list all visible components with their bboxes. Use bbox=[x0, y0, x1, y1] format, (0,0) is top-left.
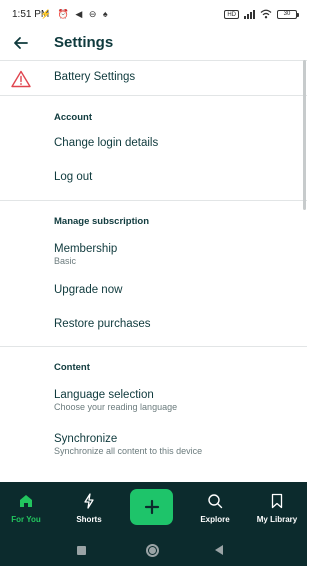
search-icon bbox=[208, 494, 223, 509]
nav-my-library[interactable]: My Library bbox=[251, 482, 303, 532]
warning-triangle-icon bbox=[11, 70, 31, 88]
battery-settings-row[interactable]: Battery Settings bbox=[0, 70, 307, 95]
row-title: Language selection bbox=[54, 389, 154, 401]
row-title: Restore purchases bbox=[54, 318, 151, 330]
row-subtitle: Choose your reading language bbox=[54, 402, 178, 412]
row-title: Synchronize bbox=[54, 433, 118, 445]
home-icon bbox=[20, 495, 32, 507]
battery-level: 30 bbox=[283, 10, 291, 17]
signal-icon bbox=[244, 9, 255, 19]
hd-badge-icon: HD bbox=[224, 9, 239, 19]
arrow-left-icon[interactable] bbox=[10, 32, 32, 54]
section-header-content: Content bbox=[54, 362, 90, 373]
recent-apps-icon[interactable] bbox=[77, 546, 86, 555]
system-icons: HD 30 bbox=[224, 9, 299, 19]
nav-label: For You bbox=[11, 515, 41, 524]
row-title: Membership bbox=[54, 243, 118, 255]
row-title: Change login details bbox=[54, 137, 159, 149]
bookmark-icon bbox=[271, 493, 283, 509]
row-subtitle: Synchronize all content to this device bbox=[54, 446, 203, 456]
row-title: Log out bbox=[54, 171, 93, 183]
nav-explore[interactable]: Explore bbox=[193, 482, 237, 532]
add-button[interactable] bbox=[130, 489, 173, 525]
bottom-nav: For You Shorts Explore My Library bbox=[0, 482, 307, 532]
change-login-details-row[interactable]: Change login details bbox=[0, 137, 307, 157]
nav-label: Explore bbox=[200, 515, 230, 524]
system-navigation-bar bbox=[0, 532, 307, 566]
app-header: Settings bbox=[0, 30, 307, 60]
section-header-subscription: Manage subscription bbox=[54, 216, 150, 227]
system-back-icon[interactable] bbox=[215, 545, 223, 555]
battery-icon: 30 bbox=[277, 9, 299, 19]
nav-label: My Library bbox=[256, 515, 298, 524]
notification-icons: ⚡ ⏰ ◀ ⊖ ♠ bbox=[40, 9, 110, 19]
battery-settings-label: Battery Settings bbox=[54, 71, 136, 83]
log-out-row[interactable]: Log out bbox=[0, 171, 307, 191]
status-bar: 1:51 PM ⚡ ⏰ ◀ ⊖ ♠ HD 30 bbox=[0, 0, 307, 30]
row-title: Upgrade now bbox=[54, 284, 123, 296]
row-subtitle: Basic bbox=[54, 256, 77, 266]
lightning-icon bbox=[84, 493, 94, 509]
divider bbox=[0, 60, 307, 61]
nav-for-you[interactable]: For You bbox=[4, 482, 48, 532]
upgrade-now-row[interactable]: Upgrade now bbox=[0, 284, 307, 304]
divider bbox=[0, 346, 307, 347]
plus-icon bbox=[144, 499, 159, 515]
scrollbar[interactable] bbox=[303, 60, 306, 210]
section-header-account: Account bbox=[54, 112, 92, 123]
synchronize-row[interactable]: Synchronize Synchronize all content to t… bbox=[0, 433, 307, 461]
nav-shorts[interactable]: Shorts bbox=[68, 482, 110, 532]
home-button-icon[interactable] bbox=[146, 544, 159, 557]
page-title: Settings bbox=[54, 34, 114, 51]
nav-label: Shorts bbox=[76, 515, 102, 524]
settings-list[interactable]: Battery Settings Account Change login de… bbox=[0, 60, 307, 482]
restore-purchases-row[interactable]: Restore purchases bbox=[0, 318, 307, 338]
language-selection-row[interactable]: Language selection Choose your reading l… bbox=[0, 389, 307, 417]
wifi-icon bbox=[260, 9, 272, 19]
membership-row[interactable]: Membership Basic bbox=[0, 243, 307, 271]
divider bbox=[0, 95, 307, 96]
divider bbox=[0, 200, 307, 201]
